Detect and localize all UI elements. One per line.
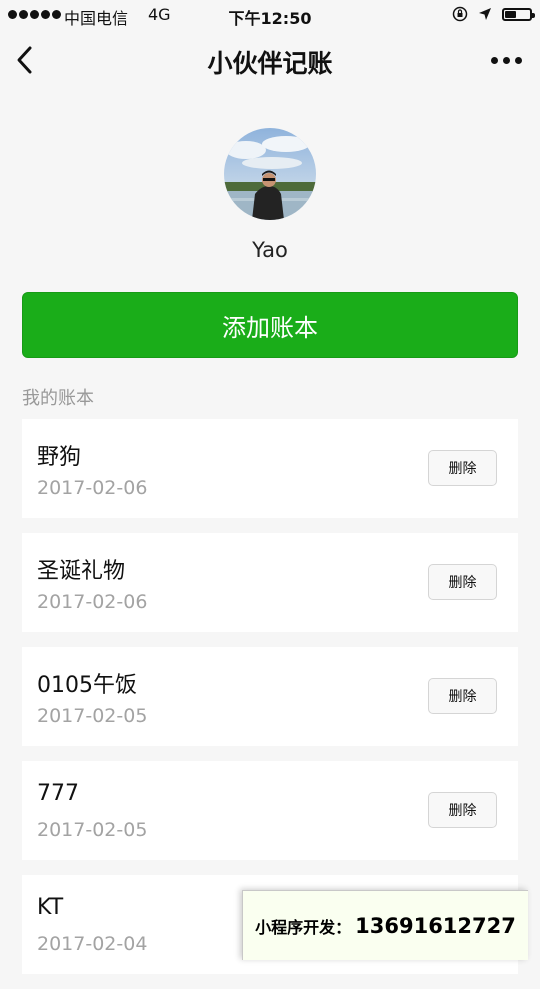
more-icon (490, 56, 498, 64)
book-date: 2017-02-06 (37, 477, 148, 499)
page-title: 小伙伴记账 (207, 49, 333, 78)
book-name: 圣诞礼物 (37, 559, 126, 584)
avatar (224, 128, 316, 220)
delete-button[interactable]: 删除 (428, 564, 497, 600)
book-date: 2017-02-04 (37, 933, 148, 955)
delete-button[interactable]: 删除 (428, 450, 497, 486)
lock-rotation-icon (452, 6, 468, 22)
battery-icon (502, 7, 535, 21)
user-name: Yao (252, 238, 288, 262)
book-item[interactable]: 0105午饭 2017-02-05 删除 (22, 647, 518, 746)
book-item[interactable]: 野狗 2017-02-06 删除 (22, 419, 518, 518)
book-name: 777 (37, 781, 79, 806)
location-arrow-icon (479, 8, 491, 20)
book-name: 0105午饭 (37, 673, 137, 698)
book-date: 2017-02-05 (37, 819, 148, 841)
add-book-button[interactable]: 添加账本 (22, 292, 518, 358)
promo-label: 小程序开发： (255, 917, 352, 937)
section-title: 我的账本 (22, 388, 94, 409)
nav-bar: 小伙伴记账 (0, 30, 540, 90)
book-name: 野狗 (37, 445, 82, 470)
status-bar: 中国电信 4G 下午12:50 (0, 0, 540, 30)
book-item[interactable]: 圣诞礼物 2017-02-06 删除 (22, 533, 518, 632)
delete-button[interactable]: 删除 (428, 792, 497, 828)
book-date: 2017-02-05 (37, 705, 148, 727)
promo-phone: 13691612727 (355, 913, 516, 938)
book-item[interactable]: 777 2017-02-05 删除 (22, 761, 518, 860)
book-date: 2017-02-06 (37, 591, 148, 613)
status-icons (452, 6, 535, 22)
battery-level (505, 10, 516, 18)
more-button[interactable] (486, 42, 526, 78)
book-name: KT (37, 895, 64, 920)
promo-banner: 小程序开发： 13691612727 (242, 890, 528, 960)
delete-button[interactable]: 删除 (428, 678, 497, 714)
